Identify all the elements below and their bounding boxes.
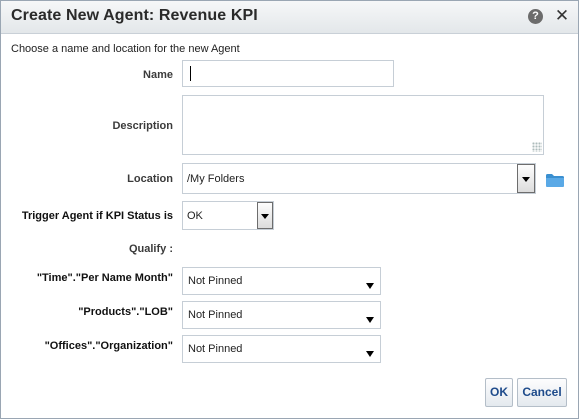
qualifier-value: Not Pinned — [188, 275, 243, 287]
qualify-label: Qualify : — [128, 243, 173, 255]
qualifier-value: Not Pinned — [188, 343, 243, 355]
create-agent-dialog: Create New Agent: Revenue KPI ? ✕ Choose… — [0, 0, 579, 419]
name-input[interactable] — [182, 60, 394, 87]
chevron-down-icon — [366, 351, 374, 357]
location-value: /My Folders — [187, 172, 245, 185]
qualifier-value: Not Pinned — [188, 309, 243, 321]
close-icon[interactable]: ✕ — [554, 6, 570, 26]
resize-grip-icon[interactable] — [532, 142, 542, 152]
help-icon[interactable]: ? — [528, 9, 543, 24]
title-bar: Create New Agent: Revenue KPI ? ✕ — [1, 1, 578, 34]
chevron-down-icon[interactable] — [517, 164, 535, 193]
intro-text: Choose a name and location for the new A… — [11, 43, 240, 55]
qualifier-label-time: "Time"."Per Name Month" — [36, 272, 173, 284]
location-select[interactable]: /My Folders — [182, 163, 536, 194]
qualifier-label-offices: "Offices"."Organization" — [44, 340, 173, 352]
trigger-label: Trigger Agent if KPI Status is — [21, 210, 173, 222]
description-input[interactable] — [182, 95, 544, 155]
name-label: Name — [143, 69, 173, 81]
chevron-down-icon — [366, 283, 374, 289]
qualifier-label-products: "Products"."LOB" — [78, 306, 173, 318]
qualifier-select-offices[interactable]: Not Pinned — [182, 335, 381, 363]
cancel-button[interactable]: Cancel — [517, 378, 567, 407]
dialog-title: Create New Agent: Revenue KPI — [11, 7, 258, 24]
chevron-down-icon — [366, 317, 374, 323]
ok-button[interactable]: OK — [485, 378, 513, 407]
description-label: Description — [112, 120, 173, 132]
location-label: Location — [127, 173, 173, 185]
qualifier-select-time[interactable]: Not Pinned — [182, 267, 381, 295]
qualifier-select-products[interactable]: Not Pinned — [182, 301, 381, 329]
folder-icon[interactable] — [546, 174, 564, 187]
text-caret — [190, 66, 191, 81]
kpi-status-value: OK — [187, 209, 203, 222]
chevron-down-icon[interactable] — [257, 202, 273, 229]
